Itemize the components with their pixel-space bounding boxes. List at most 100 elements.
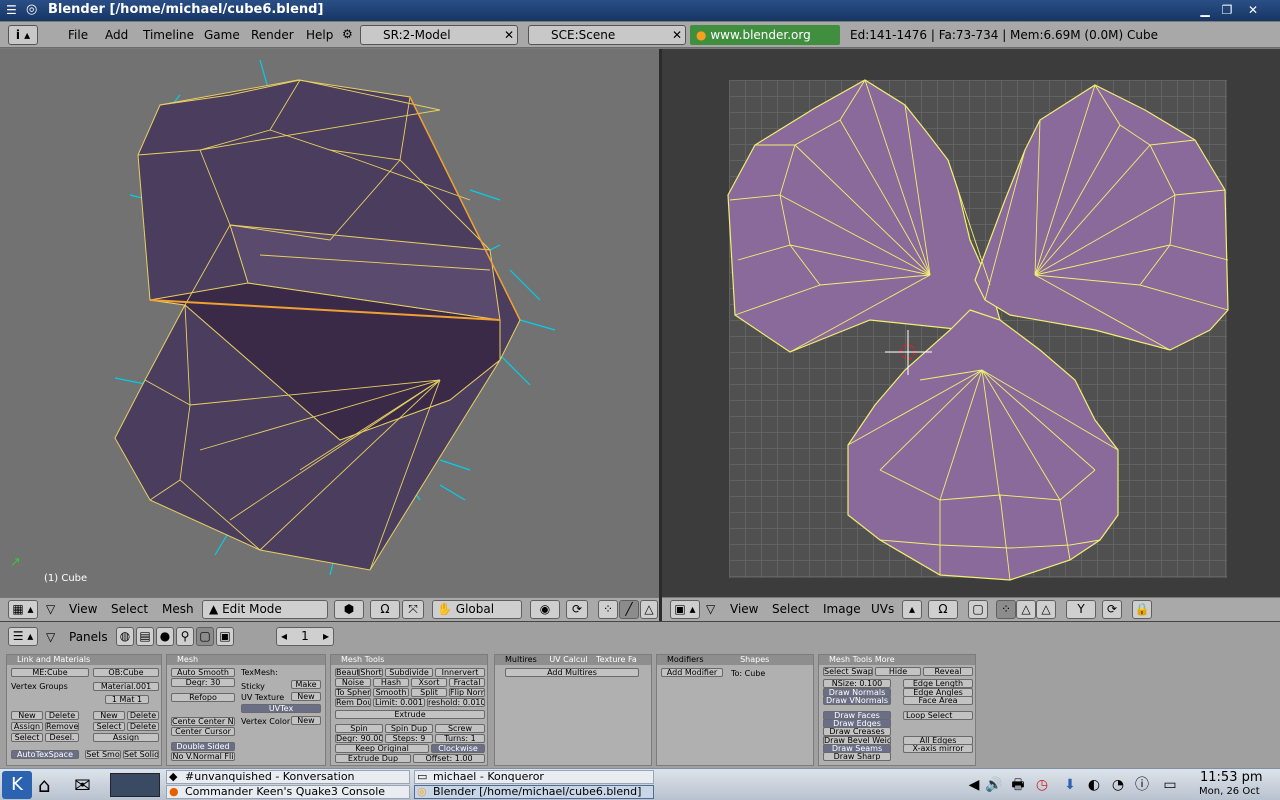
xsort-button[interactable]: Xsort: [411, 678, 447, 687]
flip-normals-button[interactable]: Flip Norm: [449, 688, 485, 697]
set-solid-button[interactable]: Set Solid: [123, 750, 159, 759]
menu-image[interactable]: Image: [823, 602, 861, 616]
extrude-dup-button[interactable]: Extrude Dup: [335, 754, 411, 763]
limit-field[interactable]: Limit: 0.001: [373, 698, 425, 707]
vgroup-remove-button[interactable]: Remove: [45, 722, 79, 731]
uv-image-editor[interactable]: [662, 49, 1280, 597]
add-modifier-button[interactable]: Add Modifier: [661, 668, 723, 677]
threshold-field[interactable]: reshold: 0.010: [427, 698, 485, 707]
desktop-pager-icon[interactable]: [110, 773, 160, 797]
mat-assign-button[interactable]: Assign: [93, 733, 159, 742]
vgroup-select-button[interactable]: Select: [11, 733, 43, 742]
to-sphere-button[interactable]: To Spher: [335, 688, 371, 697]
task-blender[interactable]: ◎ Blender [/home/michael/cube6.blend]: [414, 785, 654, 799]
menu-file[interactable]: File: [68, 28, 88, 42]
select-swap-button[interactable]: Select Swap: [823, 667, 873, 676]
uv-header-collapse-icon[interactable]: ▽: [706, 602, 715, 616]
nsize-field[interactable]: NSize: 0.100: [823, 679, 891, 688]
scene-selector[interactable]: SCE:Scene ✕: [528, 25, 686, 45]
screw-button[interactable]: Screw: [435, 724, 485, 733]
draw-type-button[interactable]: ⬢: [334, 600, 364, 619]
center-button[interactable]: Cente Center Ne: [171, 717, 235, 726]
monitor-icon[interactable]: ▭: [1160, 775, 1180, 795]
scene-name[interactable]: SCE:Scene: [551, 28, 615, 42]
loop-select-dropdown[interactable]: Loop Select: [903, 711, 973, 720]
mat-select-button[interactable]: Select: [93, 722, 125, 731]
home-folder-icon[interactable]: ⌂: [38, 773, 51, 797]
edge-length-button[interactable]: Edge Length: [903, 679, 973, 688]
uv-sync-button[interactable]: ▢: [968, 600, 988, 619]
uv-snap-button[interactable]: ⟳: [1102, 600, 1122, 619]
mode-label[interactable]: Edit Mode: [222, 602, 282, 616]
menu-view-uv[interactable]: View: [730, 602, 758, 616]
menu-render[interactable]: Render: [251, 28, 294, 42]
reveal-button[interactable]: Reveal: [923, 667, 973, 676]
uv-lock-button[interactable]: 🔒: [1132, 600, 1152, 619]
scene-context-button[interactable]: ▣: [216, 627, 234, 646]
manipulator-button[interactable]: ⤧: [402, 600, 424, 619]
turns-field[interactable]: Turns: 1: [435, 734, 485, 743]
mail-icon[interactable]: ✉: [74, 773, 91, 797]
double-sided-button[interactable]: Double Sided: [171, 742, 235, 751]
layer-button[interactable]: ◉: [530, 600, 560, 619]
x-axis-mirror-button[interactable]: X-axis mirror: [903, 744, 973, 753]
pivot-button[interactable]: Ω: [370, 600, 400, 619]
buttons-collapse-icon[interactable]: ▽: [46, 630, 55, 644]
vgroup-new-button[interactable]: New: [11, 711, 43, 720]
uv-edge-select-button[interactable]: △: [1016, 600, 1036, 619]
screen-delete-icon[interactable]: ✕: [504, 26, 514, 44]
object-context-button[interactable]: ⚲: [176, 627, 194, 646]
tab-shapes[interactable]: Shapes: [740, 655, 769, 664]
app-menu-icon[interactable]: ☰: [6, 3, 17, 17]
uv-map[interactable]: [662, 49, 1280, 597]
frame-prev-icon[interactable]: ◂: [281, 628, 287, 645]
vertex-color-new-button[interactable]: New: [291, 716, 321, 725]
split-button[interactable]: Split: [411, 688, 447, 697]
volume-icon[interactable]: 🔊: [984, 775, 1004, 795]
kde-start-icon[interactable]: K: [2, 771, 32, 799]
spin-button[interactable]: Spin: [335, 724, 383, 733]
vgroup-desel-button[interactable]: Desel.: [45, 733, 79, 742]
editor-type-3d-button[interactable]: ▦ ▴: [8, 600, 38, 619]
edge-select-button[interactable]: ╱: [619, 600, 639, 619]
shading-context-button[interactable]: ●: [156, 627, 174, 646]
transform-orientation[interactable]: ✋ Global: [432, 600, 522, 619]
tray-arrow-icon[interactable]: ◀: [964, 775, 984, 795]
menu-help[interactable]: Help: [306, 28, 333, 42]
screen-selector[interactable]: SR:2-Model ✕: [360, 25, 518, 45]
info-icon[interactable]: ⓘ: [1132, 775, 1152, 795]
uv-sticky-button[interactable]: Y: [1066, 600, 1096, 619]
tab-multires[interactable]: Multires: [505, 655, 537, 664]
vgroup-assign-button[interactable]: Assign: [11, 722, 43, 731]
menu-uvs[interactable]: UVs: [871, 602, 894, 616]
no-vnormal-flip-button[interactable]: No V.Normal Fli: [171, 752, 235, 761]
editor-type-uv-button[interactable]: ▣ ▴: [670, 600, 700, 619]
scene-delete-icon[interactable]: ✕: [672, 26, 682, 44]
orientation-label[interactable]: Global: [456, 602, 494, 616]
menu-add[interactable]: Add: [105, 28, 128, 42]
face-area-button[interactable]: Face Area: [903, 696, 973, 705]
hash-button[interactable]: Hash: [373, 678, 409, 687]
editor-type-info-button[interactable]: i ▴: [8, 25, 38, 45]
smooth-button[interactable]: Smooth: [373, 688, 409, 697]
tab-uv-calculation[interactable]: UV Calcul: [549, 655, 587, 664]
panels-label[interactable]: Panels: [69, 630, 108, 644]
draw-creases-button[interactable]: Draw Creases: [823, 727, 891, 736]
editing-context-button[interactable]: ▢: [196, 627, 214, 646]
minimize-button[interactable]: ▁: [1196, 2, 1214, 19]
autotexspace-button[interactable]: AutoTexSpace: [11, 750, 79, 759]
extrude-button[interactable]: Extrude: [335, 710, 485, 719]
printer-icon[interactable]: 🖶: [1008, 775, 1028, 795]
offset-field[interactable]: Offset: 1.00: [413, 754, 485, 763]
logic-context-button[interactable]: ◍: [116, 627, 134, 646]
mat-delete-button[interactable]: Delete: [127, 711, 159, 720]
tray-misc-icon[interactable]: ◔: [1108, 775, 1128, 795]
screen-browse-icon[interactable]: ⚙: [342, 27, 353, 41]
subdivide-button[interactable]: Subdivide: [385, 668, 433, 677]
uv-vertex-select-button[interactable]: ⁘: [996, 600, 1016, 619]
add-multires-button[interactable]: Add Multires: [505, 668, 639, 677]
link-panel-title[interactable]: Link and Materials: [7, 655, 161, 665]
refopo-button[interactable]: Refopo: [171, 693, 235, 702]
tab-modifiers[interactable]: Modifiers: [667, 655, 704, 664]
draw-vnormals-button[interactable]: Draw VNormals: [823, 696, 891, 705]
